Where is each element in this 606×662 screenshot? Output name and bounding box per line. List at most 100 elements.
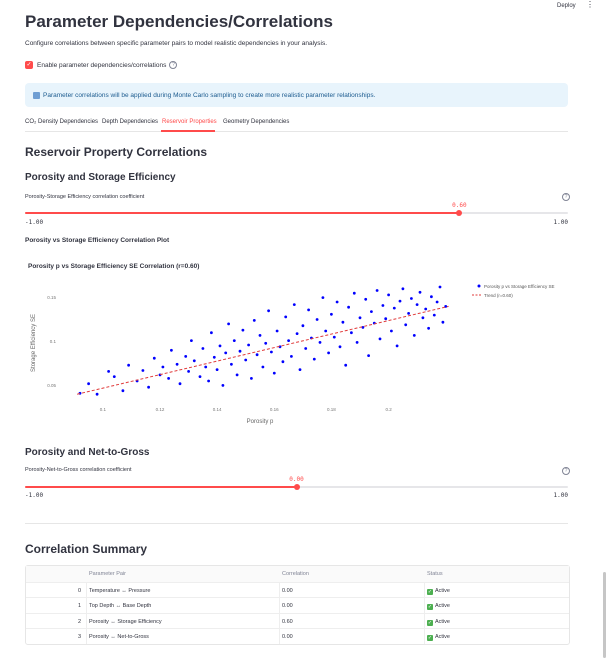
scatter-point [204, 365, 208, 369]
correlation-value: 0.60 [282, 618, 293, 625]
info-alert: Parameter correlations will be applied d… [25, 83, 568, 107]
help-icon[interactable]: ? [562, 467, 570, 475]
scatter-point [432, 313, 436, 317]
column-header[interactable]: Status [427, 571, 443, 577]
legend-item-scatter: Porosity p vs Storage Efficiency SE [484, 284, 554, 289]
scatter-point [235, 373, 239, 377]
status-text: Active [435, 634, 450, 640]
y-tick-label: 0.05 [47, 383, 56, 388]
enable-dependencies-checkbox[interactable]: ✓ Enable parameter dependencies/correlat… [25, 61, 178, 69]
x-tick-label: 0.2 [385, 407, 392, 412]
scatter-point [175, 362, 179, 366]
scatter-point [178, 382, 182, 386]
scatter-point [152, 356, 156, 360]
scatter-point [430, 295, 433, 299]
slider-fill [25, 212, 460, 214]
slider-thumb[interactable] [456, 209, 463, 216]
row-index: 2 [78, 618, 82, 625]
x-axis-label: Porosity p [247, 419, 274, 425]
scatter-point [404, 323, 408, 327]
scatter-point [292, 303, 296, 306]
scatter-point [318, 341, 322, 344]
row-index: 1 [78, 603, 82, 609]
parameter-pair: Porosity ↔ Storage Efficiency [89, 618, 162, 625]
status-text: Active [435, 603, 450, 609]
summary-title: Correlation Summary [25, 542, 148, 556]
table-row[interactable]: 2 Porosity ↔ Storage Efficiency 0.60 ✓ Ac… [26, 612, 569, 630]
scatter-point [358, 316, 362, 320]
parameter-pair: Top Depth ↔ Base Depth [89, 603, 152, 609]
scatter-point [187, 370, 191, 373]
slider-fill [25, 486, 297, 488]
column-header[interactable]: Parameter Pair [89, 571, 126, 577]
scatter-point [407, 312, 410, 315]
y-axis-label: Storage Efficiency SE [31, 314, 37, 372]
chart-legend: Porosity p vs Storage Efficiency SE Tren… [472, 284, 554, 298]
scatter-point [384, 317, 388, 321]
tab-reservoir-properties[interactable]: Reservoir Properties [162, 119, 217, 125]
main-menu-icon[interactable]: ⋮ [586, 1, 594, 9]
check-icon: ✓ [427, 619, 433, 626]
scatter-point [315, 318, 319, 321]
scatter-point [287, 339, 290, 342]
scatter-point [215, 368, 219, 371]
scatter-point [304, 347, 308, 350]
slider-max-label: 1.00 [553, 219, 568, 226]
divider [25, 523, 568, 524]
scatter-point [207, 379, 211, 383]
status-cell: ✓ Active [427, 619, 450, 626]
porosity-se-heading: Porosity and Storage Efficiency [25, 172, 176, 183]
table-row[interactable]: 3 Porosity ↔ Net-to-Gross 0.00 ✓ Active [26, 628, 569, 645]
scatter-point [415, 303, 419, 306]
x-tick-label: 0.1 [100, 407, 107, 412]
scatter-point [412, 334, 416, 337]
scatter-point [167, 377, 171, 380]
x-tick-label: 0.12 [156, 407, 165, 412]
table-row[interactable]: 0 Temperature ↔ Pressure 0.00 ✓ Active [26, 581, 569, 599]
slider-min-label: -1.00 [25, 492, 44, 499]
scatter-point [232, 339, 236, 342]
porosity-se-slider[interactable] [25, 209, 568, 216]
status-cell: ✓ Active [427, 634, 450, 641]
porosity-ntg-slider[interactable] [25, 483, 568, 490]
summary-table[interactable]: Parameter Pair Correlation Status 0 Temp… [25, 565, 570, 645]
page-description: Configure correlations between specific … [25, 40, 328, 47]
scatter-point [255, 353, 259, 357]
checkbox-checked-icon[interactable]: ✓ [25, 61, 33, 69]
check-icon: ✓ [427, 604, 433, 610]
active-tab-indicator [161, 130, 215, 132]
tab-co2-density[interactable]: CO₂ Density Dependencies [25, 119, 98, 125]
scatter-point [261, 365, 265, 369]
help-icon[interactable]: ? [169, 61, 178, 69]
scatter-point [264, 341, 268, 345]
scatter-point [381, 304, 385, 307]
scatter-point [275, 329, 279, 333]
y-tick-label: 0.15 [47, 295, 56, 300]
scatter-point [258, 334, 262, 337]
tab-depth[interactable]: Depth Dependencies [102, 119, 158, 125]
porosity-ntg-heading: Porosity and Net-to-Gross [25, 447, 150, 458]
legend-marker-scatter [477, 284, 481, 288]
scatter-point [198, 375, 202, 378]
help-icon[interactable]: ? [562, 193, 570, 201]
scatter-point [210, 331, 213, 335]
enable-dependencies-label: Enable parameter dependencies/correlatio… [37, 61, 167, 69]
scatter-point [347, 305, 350, 309]
scatter-point [252, 319, 256, 322]
scatter-point [107, 370, 110, 373]
scatter-point [421, 316, 425, 320]
chart-title: Porosity p vs Storage Efficiency SE Corr… [28, 263, 199, 270]
table-row[interactable]: 1 Top Depth ↔ Base Depth 0.00 ✓ Active [26, 597, 569, 614]
scatter-point [341, 320, 345, 324]
scatter-point [95, 392, 99, 396]
scatter-point [161, 365, 165, 369]
slider-thumb[interactable] [293, 483, 300, 490]
tab-geometry[interactable]: Geometry Dependencies [223, 119, 289, 125]
scatter-point [295, 332, 299, 335]
table-header-row: Parameter Pair Correlation Status [26, 566, 569, 582]
x-tick-label: 0.16 [270, 407, 279, 412]
scatter-point [344, 363, 348, 367]
scatter-point [212, 355, 216, 359]
column-header[interactable]: Correlation [282, 571, 309, 577]
deploy-button[interactable]: Deploy [557, 3, 576, 9]
